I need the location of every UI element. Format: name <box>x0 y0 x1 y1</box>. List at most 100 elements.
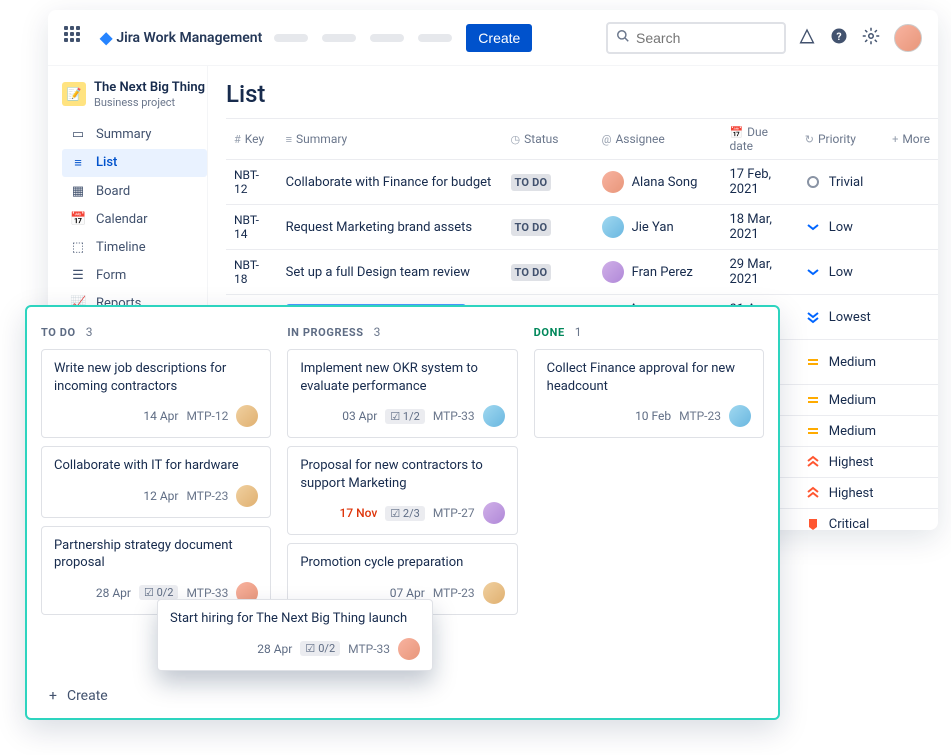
card-date: 17 Nov <box>340 506 378 520</box>
priority-cell[interactable]: Low <box>797 250 884 295</box>
table-row[interactable]: NBT-12 Collaborate with Finance for budg… <box>226 160 938 205</box>
table-row[interactable]: NBT-14 Request Marketing brand assets TO… <box>226 205 938 250</box>
app-switcher-icon[interactable] <box>64 26 88 50</box>
nav-placeholder <box>274 34 308 42</box>
card-date: 28 Apr <box>257 642 292 656</box>
search-box[interactable] <box>606 22 786 54</box>
board-card[interactable]: Write new job descriptions for incoming … <box>41 349 271 438</box>
column-title: DONE <box>534 326 565 339</box>
svg-text:?: ? <box>836 29 841 42</box>
priority-cell[interactable]: Highest <box>797 478 884 509</box>
col-summary[interactable]: ≡Summary <box>278 119 503 160</box>
card-avatar <box>236 405 258 427</box>
search-input[interactable] <box>636 30 776 46</box>
nav-label: List <box>96 155 117 170</box>
status-cell[interactable]: TO DO <box>503 160 594 205</box>
board-card[interactable]: Collect Finance approval for new headcou… <box>534 349 764 438</box>
assignee-avatar <box>602 171 624 193</box>
priority-cell[interactable]: Highest <box>797 447 884 478</box>
priority-cell[interactable]: Trivial <box>797 160 884 205</box>
notifications-icon[interactable] <box>798 27 816 49</box>
card-key: MTP-23 <box>433 586 475 600</box>
col-status[interactable]: ◷Status <box>503 119 594 160</box>
card-date: 10 Feb <box>635 409 671 423</box>
card-title: Start hiring for The Next Big Thing laun… <box>170 610 420 628</box>
drag-card[interactable]: Start hiring for The Next Big Thing laun… <box>157 599 433 671</box>
priority-icon <box>805 423 821 439</box>
priority-icon <box>805 392 821 408</box>
priority-cell[interactable]: Medium <box>797 385 884 416</box>
card-key: MTP-27 <box>433 506 475 520</box>
summary-text: Request Marketing brand assets <box>286 220 472 235</box>
priority-cell[interactable]: Low <box>797 205 884 250</box>
sidebar-item-summary[interactable]: ▭ Summary <box>62 121 207 148</box>
card-date: 07 Apr <box>390 586 425 600</box>
priority-cell[interactable]: Medium <box>797 340 884 385</box>
summary-text: Collaborate with Finance for budget <box>286 175 492 190</box>
priority-cell[interactable]: Medium <box>797 416 884 447</box>
duedate-cell[interactable]: 17 Feb, 2021 <box>721 160 796 205</box>
nav-icon: ▭ <box>70 127 86 142</box>
settings-icon[interactable] <box>862 27 880 49</box>
summary-cell[interactable]: Request Marketing brand assets <box>278 205 503 250</box>
board-card[interactable]: Collaborate with IT for hardware 12 Apr … <box>41 446 271 518</box>
project-header[interactable]: 📝 The Next Big Thing Business project <box>62 80 207 109</box>
table-row[interactable]: NBT-18 Set up a full Design team review … <box>226 250 938 295</box>
assignee-cell[interactable]: Alana Song <box>594 160 722 205</box>
priority-cell[interactable]: Lowest <box>797 295 884 340</box>
create-button[interactable]: Create <box>466 24 532 52</box>
board-card[interactable]: Implement new OKR system to evaluate per… <box>287 349 517 438</box>
duedate-cell[interactable]: 29 Mar, 2021 <box>721 250 796 295</box>
help-icon[interactable]: ? <box>830 27 848 49</box>
column-header[interactable]: DONE 1 <box>534 325 764 339</box>
col-priority[interactable]: ↻Priority <box>797 119 884 160</box>
col-duedate[interactable]: 📅Due date <box>721 119 796 160</box>
priority-cell[interactable]: Critical <box>797 509 884 531</box>
priority-icon <box>805 485 821 501</box>
card-key: MTP-23 <box>679 409 721 423</box>
board-create-button[interactable]: + Create <box>49 688 108 704</box>
summary-cell[interactable]: Set up a full Design team review <box>278 250 503 295</box>
nav-label: Board <box>96 184 130 199</box>
priority-icon <box>805 219 821 235</box>
sidebar-item-form[interactable]: ☰Form <box>62 262 207 289</box>
column-header[interactable]: IN PROGRESS 3 <box>287 325 517 339</box>
nav-label: Summary <box>96 127 151 142</box>
card-key: MTP-33 <box>433 409 475 423</box>
page-title: List <box>226 80 938 108</box>
card-avatar <box>729 405 751 427</box>
card-key: MTP-23 <box>186 489 228 503</box>
nav-icon: ▦ <box>70 184 86 199</box>
summary-cell[interactable]: Collaborate with Finance for budget <box>278 160 503 205</box>
status-cell[interactable]: TO DO <box>503 205 594 250</box>
card-avatar <box>483 405 505 427</box>
issue-key: NBT-12 <box>226 160 278 205</box>
sidebar-item-calendar[interactable]: 📅Calendar <box>62 206 207 233</box>
card-key: MTP-33 <box>186 586 228 600</box>
user-avatar[interactable] <box>894 24 922 52</box>
column-header[interactable]: TO DO 3 <box>41 325 271 339</box>
board-card[interactable]: Proposal for new contractors to support … <box>287 446 517 535</box>
sidebar-item-list[interactable]: ≡List <box>62 149 207 177</box>
col-assignee[interactable]: @Assignee <box>594 119 722 160</box>
assignee-avatar <box>602 216 624 238</box>
subtask-chip: ☑ 1/2 <box>385 409 425 424</box>
subtask-chip: ☑ 0/2 <box>300 641 340 656</box>
duedate-cell[interactable]: 18 Mar, 2021 <box>721 205 796 250</box>
col-more[interactable]: +More <box>884 119 938 160</box>
priority-icon <box>805 174 821 190</box>
col-key[interactable]: #Key <box>226 119 278 160</box>
product-logo[interactable]: ◆ Jira Work Management <box>100 28 262 47</box>
column-count: 3 <box>374 325 381 339</box>
column-count: 3 <box>86 325 93 339</box>
assignee-cell[interactable]: Fran Perez <box>594 250 722 295</box>
priority-icon <box>805 516 821 530</box>
card-title: Write new job descriptions for incoming … <box>54 360 258 395</box>
status-cell[interactable]: TO DO <box>503 250 594 295</box>
sidebar-item-board[interactable]: ▦ Board <box>62 178 207 205</box>
card-title: Collaborate with IT for hardware <box>54 457 258 475</box>
assignee-cell[interactable]: Jie Yan <box>594 205 722 250</box>
card-key: MTP-12 <box>186 409 228 423</box>
card-title: Promotion cycle preparation <box>300 554 504 572</box>
sidebar-item-timeline[interactable]: ⬚Timeline <box>62 234 207 261</box>
